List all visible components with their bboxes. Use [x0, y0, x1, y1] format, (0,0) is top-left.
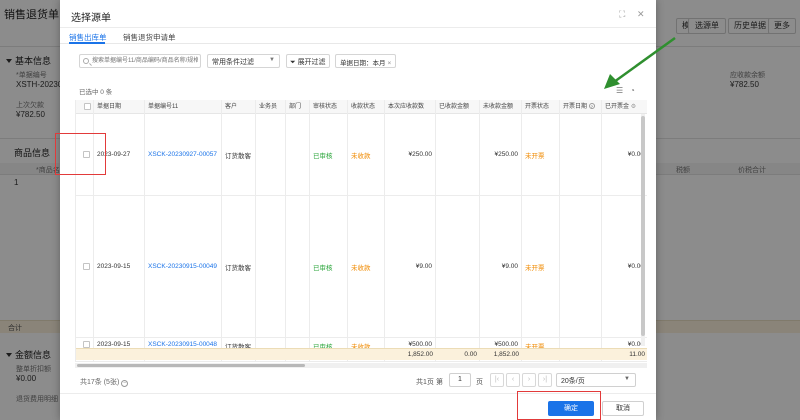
table-header: 单据日期 单据编号11 客户 业务员 部门 审核状态 收款状态 本次应收款数 已…	[76, 100, 647, 114]
close-icon[interactable]: ✕	[637, 9, 645, 20]
sum-received: 0.00	[464, 351, 477, 358]
expand-filter-button[interactable]: ⏷ 展开过滤	[286, 54, 330, 68]
page-label: 第	[436, 379, 443, 386]
col-invoiced[interactable]: 已开票金 ⚙	[602, 100, 647, 114]
tab-return-request[interactable]: 销售退货申请单	[123, 32, 176, 43]
row-pay-status: 未收款	[348, 114, 385, 195]
source-tabs: 销售出库单 销售退货申请单	[60, 28, 656, 44]
select-all-header[interactable]	[76, 100, 94, 114]
row-department	[286, 114, 310, 195]
col-salesman[interactable]: 业务员	[256, 100, 286, 114]
row-invoice-status: 未开票	[522, 114, 560, 195]
annotation-highlight-confirm	[517, 391, 601, 420]
dialog-title: 选择源单	[71, 13, 111, 24]
row-unreceived: ¥250.00	[480, 114, 522, 195]
first-page-icon[interactable]: |‹	[490, 373, 504, 387]
annotation-highlight-checkbox	[55, 133, 106, 175]
col-unreceived[interactable]: 未收款金额	[480, 100, 522, 114]
row-select-cell	[76, 196, 94, 337]
row-invoice-date	[560, 196, 602, 337]
col-customer[interactable]: 客户	[222, 100, 256, 114]
cancel-button[interactable]: 取消	[602, 401, 644, 416]
col-invoice-status[interactable]: 开票状态	[522, 100, 560, 114]
row-customer: 订货散客	[222, 114, 256, 195]
row-due: ¥250.00	[385, 114, 436, 195]
col-pay-status[interactable]: 收款状态	[348, 100, 385, 114]
row-invoice-date	[560, 114, 602, 195]
row-invoice-status: 未开票	[522, 196, 560, 337]
search-icon	[83, 58, 89, 64]
col-date[interactable]: 单据日期	[94, 100, 145, 114]
col-received[interactable]: 已收款金额	[436, 100, 480, 114]
minus-circle-icon[interactable]: −	[121, 380, 129, 387]
search-box[interactable]	[79, 54, 201, 68]
row-customer: 订货散客	[222, 196, 256, 337]
search-input[interactable]	[92, 56, 198, 66]
summary-row: 1,852.00 0.00 1,852.00 11.00	[76, 348, 647, 360]
date-filter-chip[interactable]: 单据日期：本月 ×	[335, 54, 397, 68]
row-unreceived: ¥9.00	[480, 196, 522, 337]
filter-icon: ⏷	[290, 59, 296, 66]
row-doc-no-link[interactable]: XSCK-20230927-00057	[145, 114, 222, 195]
chip-close-icon[interactable]: ×	[388, 60, 392, 67]
total-count: 共17条 (5张) −	[80, 379, 129, 387]
total-pages: 共1页	[416, 379, 434, 386]
settings-gear-icon[interactable]: ⚙	[631, 104, 636, 110]
active-tab-indicator	[69, 42, 105, 44]
chevron-down-icon: ▼	[624, 376, 630, 382]
row-audit-status: 已审核	[310, 196, 348, 337]
page-size-select[interactable]: 20条/页 ▼	[556, 373, 636, 387]
select-source-dialog: 选择源单 ⛶ ✕ 销售出库单 销售退货申请单 常用条件过滤 ▼ ⏷ 展开过滤 单…	[60, 0, 656, 420]
source-table: 单据日期 单据编号11 客户 业务员 部门 审核状态 收款状态 本次应收款数 已…	[75, 100, 647, 362]
row-due: ¥9.00	[385, 196, 436, 337]
dialog-header: 选择源单 ⛶ ✕	[60, 0, 656, 28]
col-due[interactable]: 本次应收款数	[385, 100, 436, 114]
annotation-arrow-icon	[604, 36, 676, 89]
horizontal-scrollbar-thumb[interactable]	[77, 364, 305, 367]
table-row[interactable]: 2023-09-27 XSCK-20230927-00057 订货散客 已审核 …	[76, 114, 647, 196]
help-icon[interactable]: ?	[588, 103, 595, 109]
sum-due: 1,852.00	[407, 351, 433, 358]
row-salesman	[256, 196, 286, 337]
fullscreen-icon[interactable]: ⛶	[619, 9, 625, 20]
next-page-icon[interactable]: ›	[522, 373, 536, 387]
row-received	[436, 114, 480, 195]
col-doc-no[interactable]: 单据编号11	[145, 100, 222, 114]
page-suffix: 页	[476, 379, 483, 386]
chevron-down-icon: ▼	[269, 57, 275, 63]
vertical-scrollbar-thumb[interactable]	[641, 116, 645, 336]
prev-page-icon[interactable]: ‹	[506, 373, 520, 387]
row-audit-status: 已审核	[310, 114, 348, 195]
last-page-icon[interactable]: ›|	[538, 373, 552, 387]
row-date: 2023-09-15	[94, 196, 145, 337]
row-received	[436, 196, 480, 337]
col-invoice-date[interactable]: 开票日期 ?	[560, 100, 602, 114]
col-audit-status[interactable]: 审核状态	[310, 100, 348, 114]
row-department	[286, 196, 310, 337]
filter-condition-select[interactable]: 常用条件过滤 ▼	[207, 54, 280, 68]
selected-count: 已选中 0 条	[79, 89, 113, 96]
table-row[interactable]: 2023-09-15 XSCK-20230915-00049 订货散客 已审核 …	[76, 196, 647, 338]
row-checkbox[interactable]	[83, 341, 90, 348]
select-all-checkbox[interactable]	[84, 103, 91, 110]
col-department[interactable]: 部门	[286, 100, 310, 114]
row-pay-status: 未收款	[348, 196, 385, 337]
sum-invoiced: 11.00	[629, 351, 645, 358]
row-salesman	[256, 114, 286, 195]
sum-unreceived: 1,852.00	[493, 351, 519, 358]
row-doc-no-link[interactable]: XSCK-20230915-00049	[145, 196, 222, 337]
row-checkbox[interactable]	[83, 263, 90, 270]
page-number-input[interactable]: 1	[449, 373, 471, 387]
